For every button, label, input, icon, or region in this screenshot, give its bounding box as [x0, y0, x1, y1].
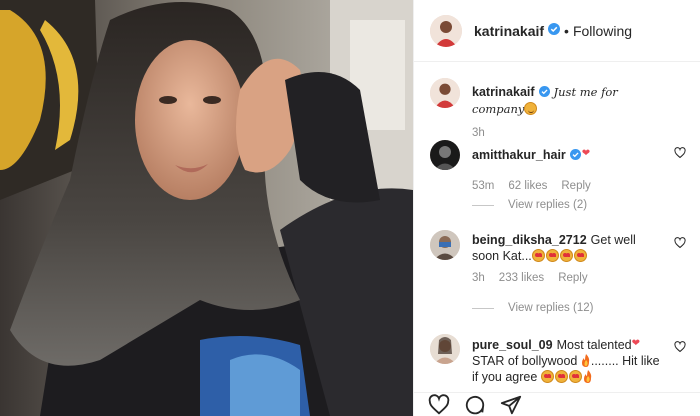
author-avatar[interactable]	[430, 14, 462, 47]
comment-likes[interactable]: 62 likes	[508, 180, 547, 192]
comment-item: being_diksha_2712 Get well soon Kat... 3h…	[430, 230, 692, 284]
comment-text-block: amitthakur_hair ❤	[472, 140, 662, 164]
reply-button[interactable]: Reply	[558, 272, 587, 284]
comment-item: amitthakur_hair ❤ 53m 62 likes Reply	[430, 140, 692, 192]
caption-text-block: katrinakaif Just me for company	[472, 78, 662, 117]
comments-list[interactable]: katrinakaif Just me for company 3h amitth…	[414, 62, 700, 392]
heart-eyes-emoji-icon	[554, 370, 568, 383]
red-heart-emoji-icon: ❤	[581, 148, 591, 159]
heart-eyes-emoji-icon	[573, 249, 587, 262]
following-button[interactable]: Following	[573, 23, 632, 39]
verified-badge-icon	[538, 85, 550, 101]
comment-text-block: being_diksha_2712 Get well soon Kat...	[472, 230, 662, 264]
fire-emoji-icon	[581, 354, 590, 367]
like-comment-icon[interactable]	[674, 147, 686, 159]
comment-text: if you agree	[472, 370, 538, 384]
heart-eyes-emoji-icon	[531, 249, 545, 262]
view-replies-line	[472, 204, 494, 206]
post-actions-bar	[414, 392, 700, 416]
reply-button[interactable]: Reply	[561, 180, 590, 192]
caption-avatar[interactable]	[430, 78, 460, 108]
caption: katrinakaif Just me for company 3h	[430, 78, 692, 139]
comment-text: ........ Hit like	[590, 354, 660, 368]
like-comment-icon[interactable]	[674, 341, 686, 353]
commenter-avatar[interactable]	[430, 140, 460, 170]
comment-time[interactable]: 3h	[472, 272, 485, 284]
comment-username[interactable]: amitthakur_hair	[472, 148, 566, 162]
comment-likes[interactable]: 233 likes	[499, 272, 544, 284]
heart-eyes-emoji-icon	[540, 370, 554, 383]
comment-meta: 53m 62 likes Reply	[472, 180, 692, 192]
comment-item: pure_soul_09 Most talented❤ STAR of bolly…	[430, 334, 692, 385]
post-header: katrinakaif • Following	[414, 0, 700, 62]
heart-eyes-emoji-icon	[545, 249, 559, 262]
commenter-avatar[interactable]	[430, 230, 460, 260]
post-photo[interactable]	[0, 0, 413, 416]
post-image	[0, 0, 413, 416]
post-side-panel: katrinakaif • Following katrinakaif Just …	[413, 0, 700, 416]
heart-eyes-emoji-icon	[568, 370, 582, 383]
verified-badge-icon	[548, 22, 561, 40]
smile-emoji-icon	[524, 101, 538, 115]
comment-username[interactable]: being_diksha_2712	[472, 233, 587, 247]
view-replies-line	[472, 307, 494, 309]
separator-dot: •	[564, 22, 569, 39]
comment-icon[interactable]	[464, 394, 486, 416]
fire-emoji-icon	[583, 370, 592, 383]
comment-meta: 3h 233 likes Reply	[472, 272, 692, 284]
share-icon[interactable]	[500, 394, 522, 416]
view-replies-label: View replies (12)	[508, 302, 594, 314]
verified-badge-icon	[569, 148, 581, 164]
view-replies-button[interactable]: View replies (12)	[472, 302, 593, 314]
comment-text-block: pure_soul_09 Most talented❤ STAR of bolly…	[472, 334, 662, 385]
caption-meta: 3h	[472, 127, 692, 139]
like-comment-icon[interactable]	[674, 237, 686, 249]
comment-text: Most talented	[556, 338, 632, 352]
view-replies-button[interactable]: View replies (2)	[472, 199, 587, 211]
author-username[interactable]: katrinakaif	[474, 23, 544, 39]
commenter-avatar[interactable]	[430, 334, 460, 364]
view-replies-label: View replies (2)	[508, 199, 588, 211]
comment-username[interactable]: pure_soul_09	[472, 338, 553, 352]
comment-time[interactable]: 53m	[472, 180, 494, 192]
caption-username[interactable]: katrinakaif	[472, 85, 535, 99]
comment-text: STAR of bollywood	[472, 354, 578, 368]
red-heart-emoji-icon: ❤	[631, 338, 641, 349]
heart-eyes-emoji-icon	[559, 249, 573, 262]
caption-time[interactable]: 3h	[472, 127, 485, 139]
heart-icon[interactable]	[428, 394, 450, 416]
